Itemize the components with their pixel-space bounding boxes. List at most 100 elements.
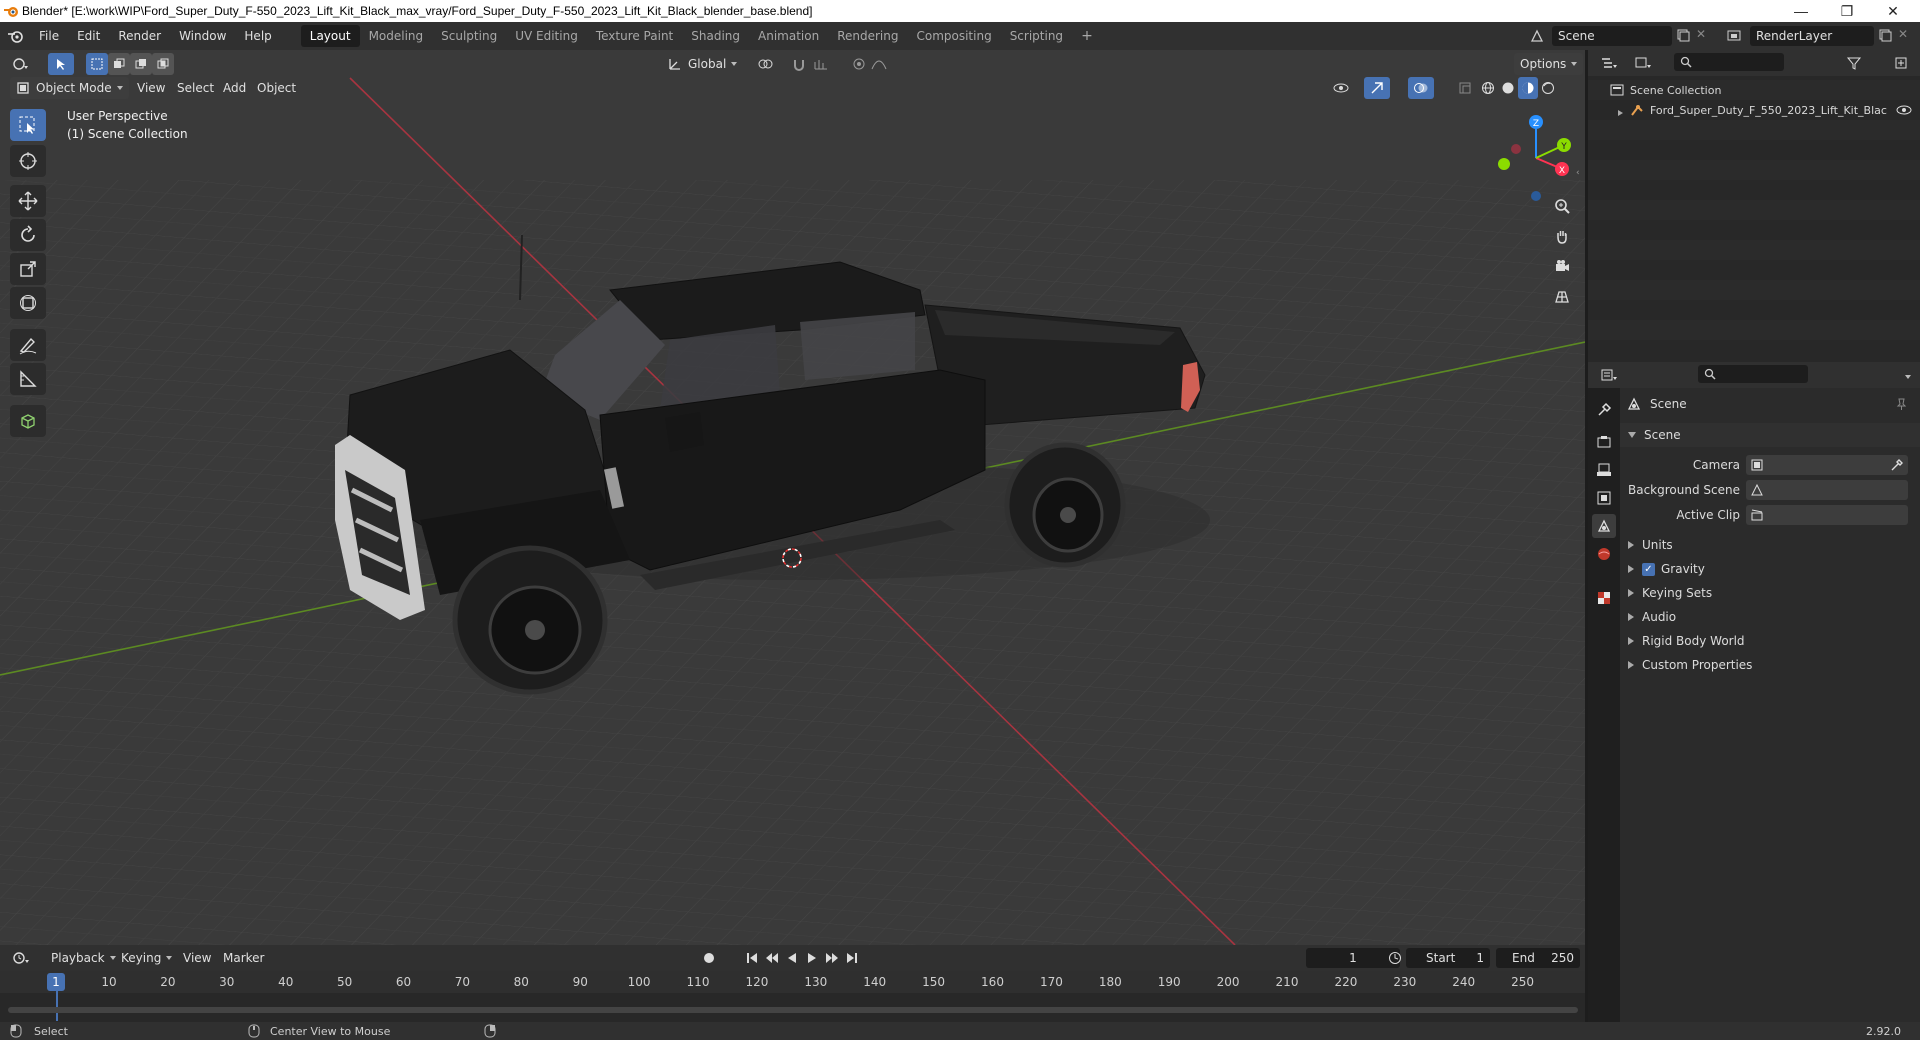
timeline-menu-marker[interactable]: Marker [216, 947, 271, 969]
view-layer-tab-icon[interactable] [1592, 486, 1616, 510]
menu-file[interactable]: File [30, 25, 68, 47]
play-icon[interactable] [802, 947, 822, 969]
properties-search-input[interactable] [1698, 365, 1808, 383]
render-tab-icon[interactable] [1592, 430, 1616, 454]
timeline-scrollbar[interactable] [8, 1007, 1578, 1013]
new-scene-icon[interactable] [1676, 28, 1692, 44]
tab-texture-paint[interactable]: Texture Paint [587, 25, 682, 47]
pan-hand-icon[interactable] [1548, 222, 1576, 250]
gizmo-toggle-icon[interactable] [1364, 77, 1390, 99]
tab-animation[interactable]: Animation [749, 25, 828, 47]
material-preview-icon[interactable] [1518, 77, 1538, 99]
camera-view-icon[interactable] [1548, 252, 1576, 280]
preview-range-icon[interactable] [1388, 951, 1402, 968]
select-new-icon[interactable] [86, 53, 108, 75]
jump-start-icon[interactable] [742, 947, 762, 969]
texture-tab-icon[interactable] [1592, 586, 1616, 610]
maximize-button[interactable]: ❐ [1824, 0, 1870, 22]
blender-menu-icon[interactable] [0, 22, 30, 50]
rotate-tool[interactable] [10, 219, 46, 251]
start-frame-field[interactable]: Start 1 [1406, 948, 1490, 968]
menu-edit[interactable]: Edit [68, 25, 109, 47]
viewport-canvas[interactable] [0, 50, 1585, 945]
prev-keyframe-icon[interactable] [762, 947, 782, 969]
tool-tab-icon[interactable] [1592, 398, 1616, 422]
transform-orientation-dropdown[interactable]: Global [668, 53, 738, 75]
properties-options-icon[interactable] [1900, 368, 1911, 382]
rigid-body-world-panel-header[interactable]: Rigid Body World [1620, 629, 1920, 653]
tab-layout[interactable]: Layout [300, 25, 360, 47]
active-clip-field[interactable] [1746, 505, 1908, 525]
sidebar-toggle-icon[interactable]: ‹ [1576, 168, 1584, 178]
3d-viewport[interactable]: Global Options Object Mode View Select A… [0, 50, 1585, 945]
select-subtract-icon[interactable] [130, 53, 152, 75]
timeline-menu-playback[interactable]: Playback [44, 947, 123, 969]
gravity-checkbox[interactable]: ✓ [1642, 562, 1655, 576]
annotate-tool[interactable] [10, 329, 46, 361]
output-tab-icon[interactable] [1592, 458, 1616, 482]
editor-type-icon[interactable] [8, 53, 34, 75]
zoom-icon[interactable] [1548, 192, 1576, 220]
jump-end-icon[interactable] [842, 947, 862, 969]
close-button[interactable]: ✕ [1870, 0, 1916, 22]
scale-tool[interactable] [10, 253, 46, 285]
delete-layer-icon[interactable]: ✕ [1898, 27, 1912, 43]
gravity-panel-header[interactable]: ✓ Gravity [1620, 557, 1920, 581]
pivot-point-icon[interactable] [752, 53, 778, 75]
move-tool[interactable] [10, 185, 46, 217]
outliner-row-object[interactable]: Ford_Super_Duty_F_550_2023_Lift_Kit_Blac [1588, 100, 1920, 120]
new-collection-icon[interactable] [1888, 52, 1914, 74]
render-layer-selector[interactable]: RenderLayer [1750, 26, 1874, 46]
object-visibility-icon[interactable] [1896, 104, 1912, 116]
tab-sculpting[interactable]: Sculpting [432, 25, 506, 47]
tab-shading[interactable]: Shading [682, 25, 749, 47]
options-dropdown[interactable]: Options [1514, 53, 1584, 75]
tab-modeling[interactable]: Modeling [360, 25, 433, 47]
measure-tool[interactable] [10, 363, 46, 395]
delete-scene-icon[interactable]: ✕ [1696, 27, 1710, 43]
snap-target-icon[interactable] [808, 53, 834, 75]
rendered-shading-icon[interactable] [1538, 77, 1558, 99]
viewport-menu-object[interactable]: Object [250, 77, 303, 99]
overlays-icon[interactable] [1408, 77, 1434, 99]
new-layer-icon[interactable] [1878, 28, 1894, 44]
viewport-menu-select[interactable]: Select [170, 77, 221, 99]
outliner-search-input[interactable] [1674, 53, 1784, 71]
outliner-row-root[interactable]: Scene Collection [1588, 80, 1920, 100]
pin-icon[interactable] [1894, 397, 1908, 411]
tab-compositing[interactable]: Compositing [907, 25, 1000, 47]
select-box-tool[interactable] [10, 109, 46, 141]
render-layer-icon[interactable] [1722, 26, 1748, 46]
outliner-editor-type-icon[interactable] [1596, 52, 1622, 74]
display-mode-icon[interactable] [1630, 52, 1656, 74]
end-frame-field[interactable]: End 250 [1496, 948, 1580, 968]
select-intersect-icon[interactable] [152, 53, 174, 75]
tab-rendering[interactable]: Rendering [828, 25, 907, 47]
menu-help[interactable]: Help [235, 25, 280, 47]
cursor-tool[interactable] [10, 145, 46, 177]
add-cube-tool[interactable] [10, 405, 46, 437]
menu-render[interactable]: Render [109, 25, 170, 47]
menu-window[interactable]: Window [170, 25, 235, 47]
custom-properties-panel-header[interactable]: Custom Properties [1620, 653, 1920, 677]
falloff-icon[interactable] [866, 53, 892, 75]
select-cursor-icon[interactable] [48, 53, 74, 75]
eyedropper-icon[interactable] [1890, 458, 1904, 472]
timeline-menu-view[interactable]: View [176, 947, 218, 969]
solid-shading-icon[interactable] [1498, 77, 1518, 99]
record-icon[interactable] [696, 947, 722, 969]
xray-icon[interactable] [1452, 77, 1478, 99]
current-frame-field[interactable]: 1 [1306, 948, 1400, 968]
timeline-editor-type-icon[interactable] [8, 947, 34, 969]
tab-uv-editing[interactable]: UV Editing [506, 25, 587, 47]
add-workspace-button[interactable]: + [1072, 25, 1102, 47]
visibility-icon[interactable] [1328, 77, 1354, 99]
mode-dropdown[interactable]: Object Mode [10, 77, 129, 99]
transform-tool[interactable] [10, 287, 46, 319]
scene-tab-icon[interactable] [1592, 514, 1616, 538]
units-panel-header[interactable]: Units [1620, 533, 1920, 557]
viewport-menu-add[interactable]: Add [216, 77, 253, 99]
play-reverse-icon[interactable] [782, 947, 802, 969]
world-tab-icon[interactable] [1592, 542, 1616, 566]
scene-section-header[interactable]: Scene [1620, 423, 1920, 447]
